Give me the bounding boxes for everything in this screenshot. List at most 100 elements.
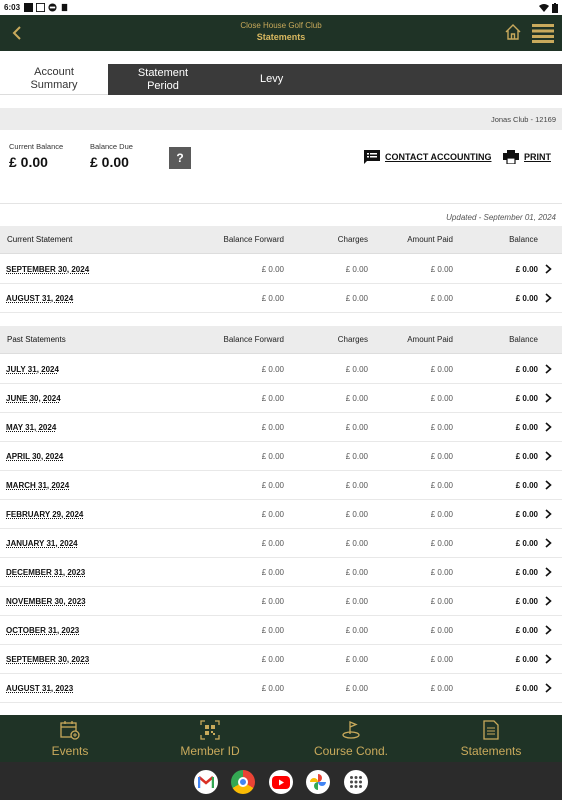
golf-flag-icon: [342, 721, 360, 739]
table-row[interactable]: MARCH 31, 2024 £ 0.00 £ 0.00 £ 0.00 £ 0.00: [0, 471, 562, 500]
table-row[interactable]: DECEMBER 31, 2023 £ 0.00 £ 0.00 £ 0.00 £ 0.0…: [0, 558, 562, 587]
status-time: 6:03: [4, 3, 21, 12]
hamburger-menu-icon[interactable]: [531, 23, 555, 43]
gmail-icon[interactable]: [194, 770, 218, 794]
statement-date-link[interactable]: MAY 31, 2024: [6, 413, 56, 441]
charges-value: £ 0.00: [345, 480, 368, 490]
tab-levy[interactable]: Levy: [218, 64, 562, 95]
statement-date-link[interactable]: FEBRUARY 29, 2024: [6, 500, 83, 528]
column-header-charges: Charges: [337, 335, 368, 344]
club-name: Close House Golf Club: [240, 21, 322, 30]
print-button[interactable]: PRINT: [503, 150, 551, 164]
table-row[interactable]: AUGUST 31, 2024 £ 0.00 £ 0.00 £ 0.00 £ 0.00: [0, 284, 562, 313]
statement-date-link[interactable]: OCTOBER 31, 2023: [6, 616, 79, 644]
message-icon: [364, 150, 380, 164]
chevron-right-icon[interactable]: [545, 500, 552, 528]
statement-date-link[interactable]: APRIL 30, 2024: [6, 442, 63, 470]
statement-date-link[interactable]: JULY 31, 2024: [6, 355, 59, 383]
table-row[interactable]: FEBRUARY 29, 2024 £ 0.00 £ 0.00 £ 0.00 £ 0.0…: [0, 500, 562, 529]
statement-date-link[interactable]: AUGUST 31, 2024: [6, 284, 73, 312]
statement-date-link[interactable]: SEPTEMBER 30, 2024: [6, 255, 89, 283]
balance-value: £ 0.00: [515, 422, 538, 432]
statement-date-link[interactable]: JUNE 30, 2024: [6, 384, 61, 412]
table-row[interactable]: JANUARY 31, 2024 £ 0.00 £ 0.00 £ 0.00 £ 0.00: [0, 529, 562, 558]
table-row[interactable]: AUGUST 31, 2023 £ 0.00 £ 0.00 £ 0.00 £ 0.00: [0, 674, 562, 703]
tab-account-summary[interactable]: Account Summary: [0, 64, 108, 95]
chevron-right-icon[interactable]: [545, 529, 552, 557]
chevron-right-icon[interactable]: [545, 255, 552, 283]
charges-value: £ 0.00: [345, 422, 368, 432]
chevron-right-icon[interactable]: [545, 442, 552, 470]
balance-value: £ 0.00: [515, 625, 538, 635]
nav-course-conditions[interactable]: Course Cond.: [281, 715, 421, 762]
balance-value: £ 0.00: [515, 509, 538, 519]
chevron-right-icon[interactable]: [545, 471, 552, 499]
current-balance-label: Current Balance: [9, 142, 64, 151]
charges-value: £ 0.00: [345, 596, 368, 606]
chevron-right-icon[interactable]: [545, 413, 552, 441]
table-row[interactable]: JULY 31, 2024 £ 0.00 £ 0.00 £ 0.00 £ 0.00: [0, 355, 562, 384]
chevron-right-icon[interactable]: [545, 284, 552, 312]
youtube-icon[interactable]: [269, 770, 293, 794]
nav-statements[interactable]: Statements: [421, 715, 561, 762]
charges-value: £ 0.00: [345, 683, 368, 693]
table-row[interactable]: MAY 31, 2024 £ 0.00 £ 0.00 £ 0.00 £ 0.00: [0, 413, 562, 442]
clipboard-icon: [61, 3, 68, 12]
table-row[interactable]: OCTOBER 31, 2023 £ 0.00 £ 0.00 £ 0.00 £ 0.00: [0, 616, 562, 645]
amount-paid-value: £ 0.00: [430, 596, 453, 606]
statement-date-link[interactable]: DECEMBER 31, 2023: [6, 558, 85, 586]
qr-code-icon: [200, 720, 220, 740]
current-statement-header: Current Statement Balance Forward Charge…: [0, 226, 562, 254]
chevron-right-icon[interactable]: [545, 558, 552, 586]
contact-accounting-label: CONTACT ACCOUNTING: [385, 152, 492, 162]
contact-accounting-button[interactable]: CONTACT ACCOUNTING: [364, 150, 492, 164]
statement-date-link[interactable]: NOVEMBER 30, 2023: [6, 587, 86, 615]
chevron-right-icon[interactable]: [545, 384, 552, 412]
table-row[interactable]: APRIL 30, 2024 £ 0.00 £ 0.00 £ 0.00 £ 0.00: [0, 442, 562, 471]
column-header-amount-paid: Amount Paid: [407, 235, 453, 244]
statement-date-link[interactable]: JANUARY 31, 2024: [6, 529, 78, 557]
balance-forward-value: £ 0.00: [261, 480, 284, 490]
updated-timestamp: Updated - September 01, 2024: [446, 213, 556, 222]
balance-forward-value: £ 0.00: [261, 509, 284, 519]
table-row[interactable]: SEPTEMBER 30, 2023 £ 0.00 £ 0.00 £ 0.00 £ 0.…: [0, 645, 562, 674]
chevron-right-icon[interactable]: [545, 674, 552, 702]
balance-value: £ 0.00: [515, 596, 538, 606]
table-row[interactable]: SEPTEMBER 30, 2024 £ 0.00 £ 0.00 £ 0.00 £ 0.…: [0, 255, 562, 284]
column-header-statement: Current Statement: [7, 235, 73, 244]
home-icon[interactable]: [504, 23, 522, 41]
balance-forward-value: £ 0.00: [261, 264, 284, 274]
table-row[interactable]: NOVEMBER 30, 2023 £ 0.00 £ 0.00 £ 0.00 £ 0.0…: [0, 587, 562, 616]
balance-value: £ 0.00: [515, 364, 538, 374]
nav-events[interactable]: Events: [0, 715, 140, 762]
statement-date-link[interactable]: AUGUST 31, 2023: [6, 674, 73, 702]
chevron-right-icon[interactable]: [545, 645, 552, 673]
club-info: Jonas Club - 12169: [490, 114, 556, 124]
nav-member-id[interactable]: Member ID: [140, 715, 280, 762]
status-right: [539, 2, 558, 13]
charges-value: £ 0.00: [345, 538, 368, 548]
wifi-icon: [539, 4, 549, 12]
current-balance: Current Balance £ 0.00: [9, 142, 63, 170]
header-titles: Close House Golf Club Statements: [0, 21, 562, 43]
balance-forward-value: £ 0.00: [261, 451, 284, 461]
chrome-icon[interactable]: [231, 770, 255, 794]
help-button[interactable]: ?: [169, 147, 191, 169]
chevron-right-icon[interactable]: [545, 355, 552, 383]
balance-forward-value: £ 0.00: [261, 364, 284, 374]
statement-date-link[interactable]: MARCH 31, 2024: [6, 471, 69, 499]
chevron-right-icon[interactable]: [545, 616, 552, 644]
chevron-right-icon[interactable]: [545, 587, 552, 615]
document-icon: [483, 720, 499, 740]
photos-icon[interactable]: [306, 770, 330, 794]
table-row[interactable]: JUNE 30, 2024 £ 0.00 £ 0.00 £ 0.00 £ 0.00: [0, 384, 562, 413]
balance-value: £ 0.00: [515, 393, 538, 403]
balance-forward-value: £ 0.00: [261, 683, 284, 693]
nav-label: Member ID: [180, 744, 240, 758]
app-drawer-icon[interactable]: [344, 770, 368, 794]
charges-value: £ 0.00: [345, 567, 368, 577]
column-header-balance-forward: Balance Forward: [223, 235, 284, 244]
statement-date-link[interactable]: SEPTEMBER 30, 2023: [6, 645, 89, 673]
balance-forward-value: £ 0.00: [261, 596, 284, 606]
tab-statement-period[interactable]: Statement Period: [108, 64, 218, 95]
